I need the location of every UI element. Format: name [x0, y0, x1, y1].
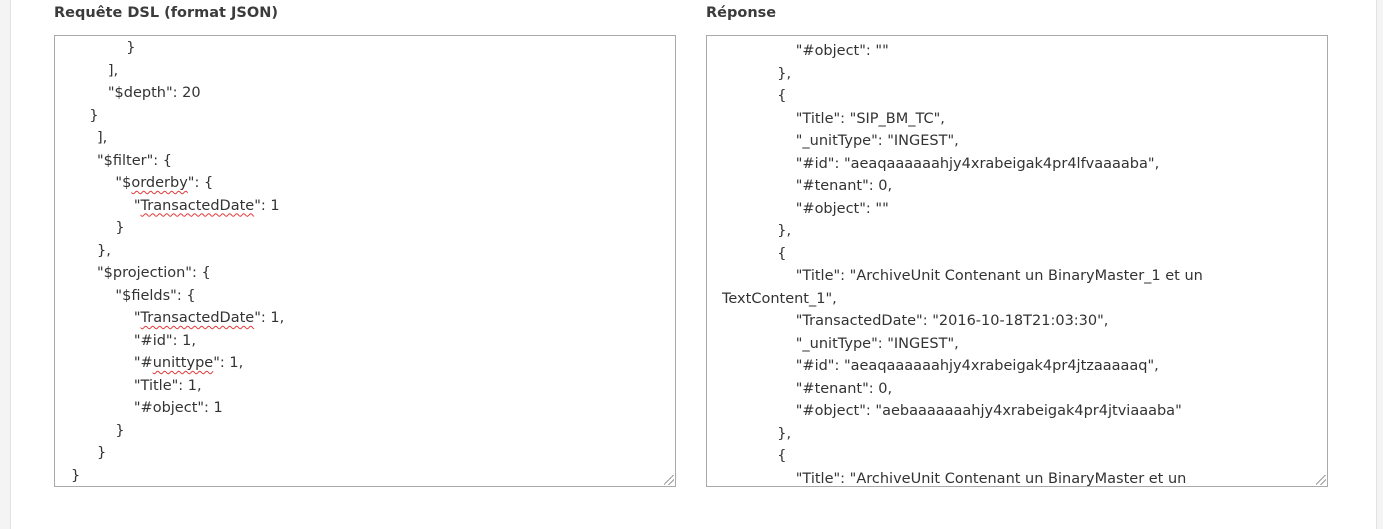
request-line: "TransactedDate": 1	[97, 197, 280, 214]
request-line: }	[97, 445, 107, 461]
response-line: "TransactedDate": "2016-10-18T21:03:30",	[722, 313, 1109, 329]
request-line: "TransactedDate": 1,	[97, 310, 285, 326]
response-line: "#tenant": 0,	[722, 380, 893, 397]
request-line: "Title": 1,	[97, 377, 202, 394]
request-line: "#unittype": 1,	[97, 355, 244, 371]
request-line: "$fields": {	[97, 287, 196, 304]
request-label: Requête DSL (format JSON)	[54, 5, 278, 21]
response-line: "Title": "ArchiveUnit Contenant un Binar…	[722, 470, 1187, 487]
spellcheck-word: TransactedDate	[140, 197, 255, 214]
response-line: {	[722, 88, 787, 104]
response-line: "#id": "aeaqaaaaaahjy4xrabeigak4pr4lfvaa…	[722, 155, 1160, 172]
request-textarea[interactable]: } ], "$depth": 20 } ], "$filter": { "$or…	[54, 35, 676, 487]
request-line: "$depth": 20	[71, 85, 201, 101]
response-line: "#object": ""	[722, 200, 889, 217]
response-line: "_unitType": "INGEST",	[722, 335, 959, 352]
response-line: "Title": "SIP_BM_TC",	[722, 110, 945, 127]
request-line: }	[97, 220, 125, 236]
request-line: "$filter": {	[97, 152, 173, 169]
request-code: } ], "$depth": 20 } ], "$filter": { "$or…	[55, 37, 675, 486]
response-line: "_unitType": "INGEST",	[722, 133, 959, 149]
response-line: "#id": "aeaqaaaaaahjy4xrabeigak4pr4jtzaa…	[722, 358, 1159, 374]
resize-handle-icon[interactable]	[1316, 475, 1326, 485]
spellcheck-word: orderby	[131, 175, 188, 191]
request-line: }	[71, 40, 136, 56]
spellcheck-word: unittype	[152, 355, 214, 371]
request-line: }	[97, 422, 125, 439]
response-line: "Title": "ArchiveUnit Contenant un Binar…	[722, 268, 1203, 284]
response-line: "#object": "aebaaaaaaahjy4xrabeigak4pr4j…	[722, 403, 1182, 419]
response-label: Réponse	[706, 5, 777, 21]
response-line: },	[722, 425, 792, 442]
resize-handle-icon[interactable]	[664, 475, 674, 485]
response-line: TextContent_1",	[722, 290, 837, 307]
response-line: "#tenant": 0,	[722, 178, 893, 194]
response-textarea[interactable]: "#object": "" }, { "Title": "SIP_BM_TC",…	[706, 35, 1328, 487]
request-line: },	[97, 242, 111, 259]
dsl-query-card: Requête DSL (format JSON) Réponse } ], "…	[10, 0, 1377, 529]
response-code: "#object": "" }, { "Title": "SIP_BM_TC",…	[707, 40, 1327, 487]
request-line: ],	[97, 130, 108, 146]
request-line: ],	[71, 62, 119, 79]
request-line: "$projection": {	[97, 265, 211, 281]
response-line: },	[722, 65, 792, 82]
request-line: }	[71, 107, 99, 124]
response-line: {	[722, 448, 787, 464]
request-line: "#object": 1	[97, 400, 223, 416]
request-line: "#id": 1,	[97, 332, 196, 349]
request-line: "$orderby": {	[97, 175, 214, 191]
response-line: {	[722, 245, 787, 262]
spellcheck-word: TransactedDate	[140, 310, 255, 326]
response-line: "#object": ""	[722, 43, 889, 59]
response-line: },	[722, 223, 792, 239]
request-line: }	[71, 467, 81, 484]
